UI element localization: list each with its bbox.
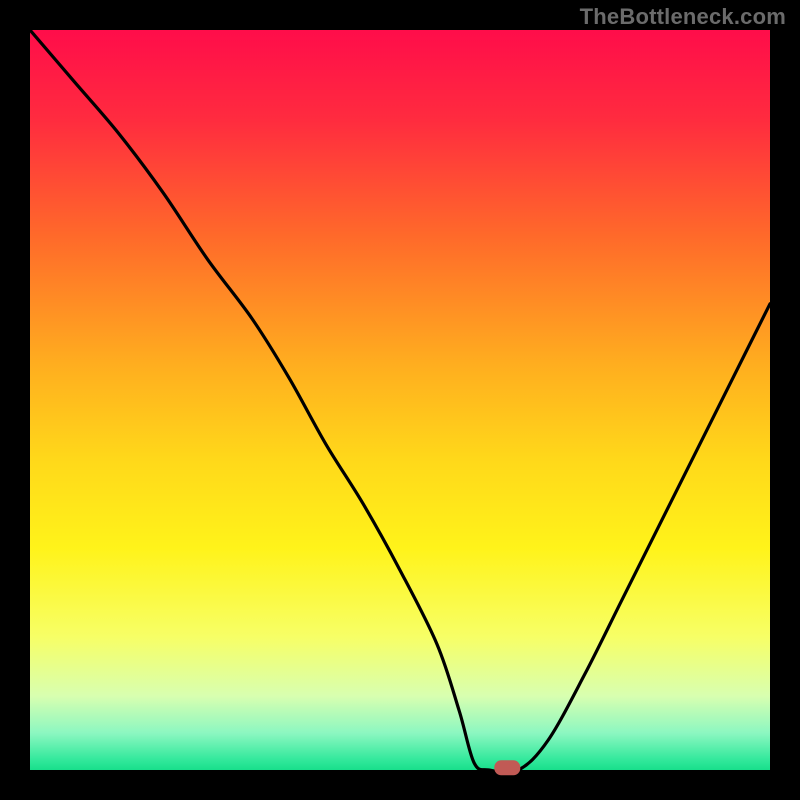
gradient-background — [30, 30, 770, 770]
chart-svg — [0, 0, 800, 800]
watermark-text: TheBottleneck.com — [580, 4, 786, 30]
bottleneck-chart: TheBottleneck.com — [0, 0, 800, 800]
optimal-marker — [494, 760, 520, 775]
